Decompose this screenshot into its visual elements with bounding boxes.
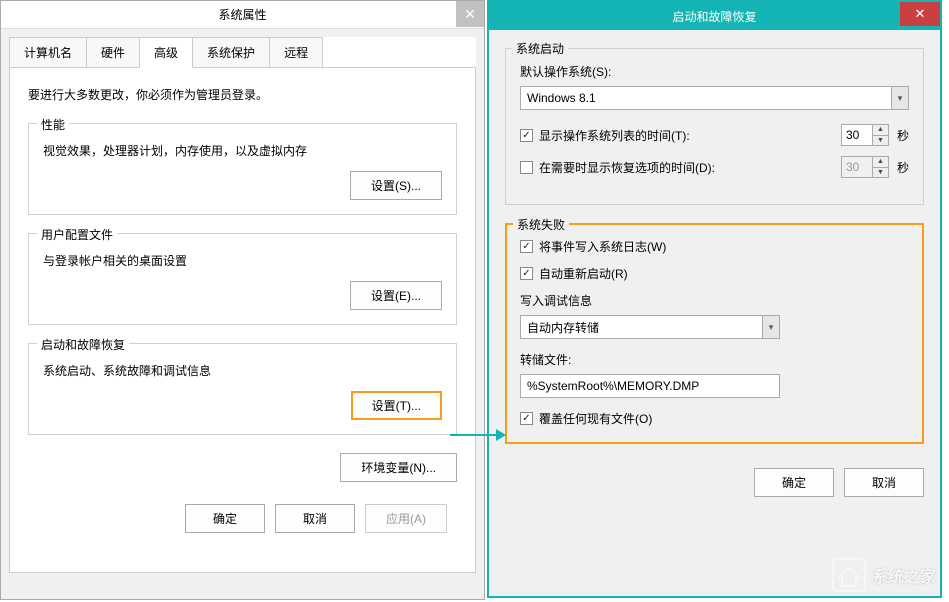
spinner-up-icon: ▲ [873,157,888,168]
spinner-down-icon[interactable]: ▼ [873,136,888,146]
dialog-body: 系统启动 默认操作系统(S): Windows 8.1 ▾ ✓ 显示操作系统列表… [489,30,940,596]
chevron-down-icon: ▾ [762,316,779,338]
auto-restart-label: 自动重新启动(R) [539,265,628,282]
titlebar: 启动和故障恢复 ✕ [489,2,940,30]
startup-recovery-desc: 系统启动、系统故障和调试信息 [43,362,442,379]
default-os-value: Windows 8.1 [527,91,596,105]
performance-title: 性能 [37,116,69,133]
default-os-label: 默认操作系统(S): [520,63,909,80]
performance-group: 性能 视觉效果，处理器计划，内存使用，以及虚拟内存 设置(S)... [28,123,457,215]
intro-text: 要进行大多数更改，你必须作为管理员登录。 [28,86,457,103]
user-profile-settings-button[interactable]: 设置(E)... [350,281,442,310]
dump-file-input[interactable]: %SystemRoot%\MEMORY.DMP [520,374,780,398]
seconds-value: 30 [842,125,872,145]
close-button[interactable]: ✕ [900,2,940,26]
chevron-down-icon: ▾ [891,87,908,109]
spinner-up-icon[interactable]: ▲ [873,125,888,136]
tab-hardware[interactable]: 硬件 [86,37,140,67]
watermark-logo-icon [832,558,866,592]
startup-recovery-title: 启动和故障恢复 [37,336,129,353]
dump-file-label: 转储文件: [520,351,909,368]
write-event-log-checkbox[interactable]: ✓ [520,240,533,253]
system-failure-group: 系统失败 ✓ 将事件写入系统日志(W) ✓ 自动重新启动(R) 写入调试信息 自… [505,223,924,444]
show-os-list-seconds-spinner[interactable]: 30 ▲ ▼ [841,124,889,146]
auto-restart-checkbox[interactable]: ✓ [520,267,533,280]
system-startup-title: 系统启动 [512,40,568,57]
close-icon: ✕ [915,6,926,22]
close-button[interactable]: ✕ [456,1,484,27]
system-failure-title: 系统失败 [513,216,569,233]
write-event-log-label: 将事件写入系统日志(W) [539,238,666,255]
watermark-text: 系统之家 [872,563,936,587]
dump-file-value: %SystemRoot%\MEMORY.DMP [527,379,699,393]
tab-system-protection[interactable]: 系统保护 [192,37,270,67]
startup-recovery-group: 启动和故障恢复 系统启动、系统故障和调试信息 设置(T)... [28,343,457,435]
show-os-list-label: 显示操作系统列表的时间(T): [539,127,690,144]
debug-info-label: 写入调试信息 [520,292,909,309]
user-profile-title: 用户配置文件 [37,226,117,243]
spinner-down-icon: ▼ [873,168,888,178]
apply-button[interactable]: 应用(A) [365,504,447,533]
system-properties-dialog: 系统属性 ✕ 计算机名 硬件 高级 系统保护 远程 要进行大多数更改，你必须作为… [0,0,485,600]
dialog-title: 启动和故障恢复 [672,8,756,25]
overwrite-label: 覆盖任何现有文件(O) [539,410,652,427]
debug-info-value: 自动内存转储 [527,319,599,336]
tab-advanced[interactable]: 高级 [139,37,193,68]
startup-recovery-settings-button[interactable]: 设置(T)... [351,391,442,420]
show-os-list-checkbox[interactable]: ✓ [520,129,533,142]
user-profile-group: 用户配置文件 与登录帐户相关的桌面设置 设置(E)... [28,233,457,325]
ok-button[interactable]: 确定 [754,468,834,497]
ok-button[interactable]: 确定 [185,504,265,533]
environment-variables-button[interactable]: 环境变量(N)... [340,453,457,482]
dialog-title: 系统属性 [218,6,266,23]
show-recovery-seconds-spinner: 30 ▲ ▼ [841,156,889,178]
debug-info-select[interactable]: 自动内存转储 ▾ [520,315,780,339]
seconds-value: 30 [842,157,872,177]
seconds-unit: 秒 [897,127,909,144]
tab-content-advanced: 要进行大多数更改，你必须作为管理员登录。 性能 视觉效果，处理器计划，内存使用，… [9,68,476,573]
seconds-unit: 秒 [897,159,909,176]
cancel-button[interactable]: 取消 [844,468,924,497]
show-recovery-label: 在需要时显示恢复选项的时间(D): [539,159,715,176]
cancel-button[interactable]: 取消 [275,504,355,533]
overwrite-checkbox[interactable]: ✓ [520,412,533,425]
titlebar: 系统属性 ✕ [1,1,484,29]
show-os-list-row: ✓ 显示操作系统列表的时间(T): 30 ▲ ▼ 秒 [520,124,909,146]
arrow-icon [448,425,508,445]
tabs-row: 计算机名 硬件 高级 系统保护 远程 [9,37,476,68]
watermark: 系统之家 [832,558,936,592]
performance-desc: 视觉效果，处理器计划，内存使用，以及虚拟内存 [43,142,442,159]
default-os-select[interactable]: Windows 8.1 ▾ [520,86,909,110]
close-icon: ✕ [464,6,476,23]
system-startup-group: 系统启动 默认操作系统(S): Windows 8.1 ▾ ✓ 显示操作系统列表… [505,48,924,205]
show-recovery-row: 在需要时显示恢复选项的时间(D): 30 ▲ ▼ 秒 [520,156,909,178]
user-profile-desc: 与登录帐户相关的桌面设置 [43,252,442,269]
show-recovery-checkbox[interactable] [520,161,533,174]
tab-remote[interactable]: 远程 [269,37,323,67]
performance-settings-button[interactable]: 设置(S)... [350,171,442,200]
tab-computer-name[interactable]: 计算机名 [9,37,87,67]
startup-recovery-dialog: 启动和故障恢复 ✕ 系统启动 默认操作系统(S): Windows 8.1 ▾ … [487,0,942,598]
